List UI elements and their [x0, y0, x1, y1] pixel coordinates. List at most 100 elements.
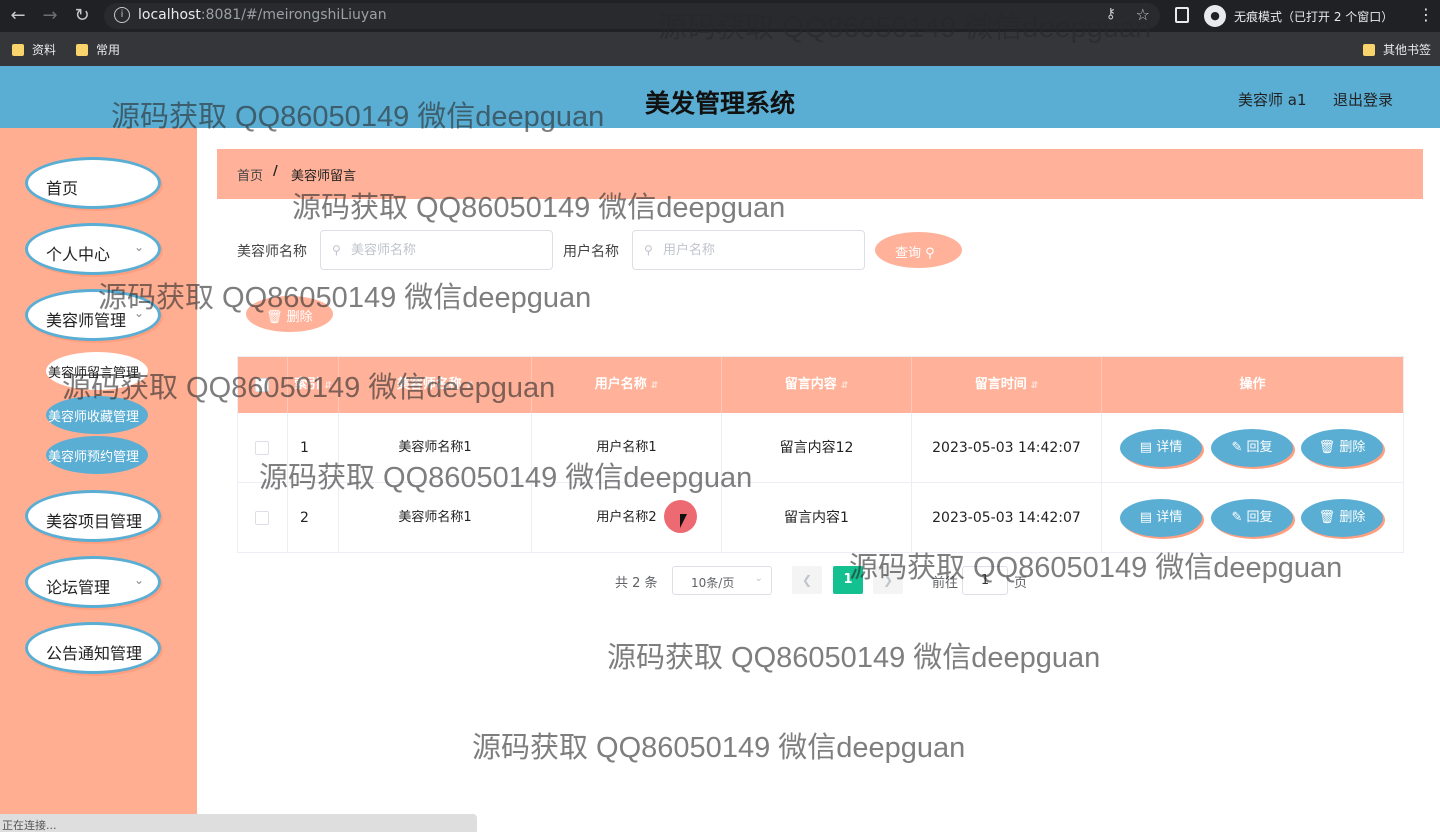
- more-menu-icon[interactable]: ⋮: [1418, 5, 1434, 24]
- chevron-left-icon: ❮: [801, 573, 813, 587]
- delete-button[interactable]: 🗑 删除: [1301, 499, 1383, 537]
- row-checkbox[interactable]: [255, 511, 269, 525]
- sidebar-item-beautician[interactable]: 美容师管理 ⌄: [25, 289, 161, 341]
- sidebar-subitem-messages[interactable]: 美容师留言管理: [46, 352, 148, 390]
- url-text: localhost:8081/#/meirongshiLiuyan: [138, 7, 387, 23]
- next-page-button[interactable]: ❯: [873, 566, 903, 594]
- logout-link[interactable]: 退出登录: [1333, 89, 1393, 110]
- page-size-select[interactable]: 10条/页 ⌄: [672, 566, 772, 595]
- chevron-up-icon: ⌄: [133, 306, 144, 320]
- detail-button[interactable]: ▤ 详情: [1120, 499, 1202, 537]
- address-bar[interactable]: i localhost:8081/#/meirongshiLiuyan ⚷ ☆: [104, 3, 1160, 29]
- beautician-name-input[interactable]: [351, 231, 546, 269]
- column-header-index[interactable]: 索引 ⇵: [288, 357, 339, 413]
- trash-icon: 🗑: [266, 310, 283, 325]
- sort-icon: ⇵: [324, 381, 332, 391]
- column-header-beautician[interactable]: 美容师名称 ⇵: [339, 357, 532, 413]
- sidebar-item-notices[interactable]: 公告通知管理: [25, 622, 161, 674]
- batch-delete-button[interactable]: 🗑 删除: [246, 296, 333, 332]
- beautician-name-label: 美容师名称: [237, 244, 307, 260]
- browser-status-bar: 正在连接...: [0, 814, 477, 832]
- site-info-icon[interactable]: i: [114, 7, 130, 23]
- goto-page-input[interactable]: 1: [962, 566, 1008, 595]
- delete-button[interactable]: 🗑 删除: [1301, 429, 1383, 467]
- user-name-field[interactable]: ⚲: [632, 230, 865, 270]
- cell-content: 留言内容1: [722, 483, 912, 553]
- query-button[interactable]: 查询 ⚲: [875, 232, 962, 268]
- chevron-right-icon: ❯: [882, 573, 894, 587]
- browser-toolbar: ← → ↻ i localhost:8081/#/meirongshiLiuya…: [0, 0, 1440, 32]
- edit-icon: ✎: [1231, 510, 1243, 525]
- reply-button[interactable]: ✎ 回复: [1211, 429, 1293, 467]
- sort-icon: ⇵: [840, 381, 849, 391]
- detail-button[interactable]: ▤ 详情: [1120, 429, 1202, 467]
- select-all-checkbox[interactable]: [255, 378, 269, 392]
- bookmark-folder-ziliao[interactable]: 资料: [12, 41, 56, 58]
- column-header-content[interactable]: 留言内容 ⇵: [722, 357, 912, 413]
- forward-arrow-icon[interactable]: →: [40, 6, 60, 26]
- app-header: 美发管理系统 美容师 a1 退出登录: [0, 66, 1440, 128]
- breadcrumb: 首页 / 美容师留言: [217, 149, 1423, 199]
- trash-icon: 🗑: [1318, 440, 1336, 455]
- bookmark-folder-changyong[interactable]: 常用: [76, 41, 120, 58]
- row-checkbox[interactable]: [255, 441, 269, 455]
- sidebar-item-profile[interactable]: 个人中心 ⌄: [25, 223, 161, 275]
- cell-index: 2: [288, 483, 339, 553]
- user-name-label: 用户名称: [563, 244, 619, 260]
- sidebar-subitem-bookings[interactable]: 美容师预约管理: [46, 436, 148, 474]
- reload-icon[interactable]: ↻: [72, 6, 92, 26]
- cell-time: 2023-05-03 14:42:07: [912, 483, 1102, 553]
- column-header-time[interactable]: 留言时间 ⇵: [912, 357, 1102, 413]
- pagination-total: 共 2 条: [615, 576, 658, 591]
- sidebar-subitem-favorites[interactable]: 美容师收藏管理: [46, 396, 148, 434]
- page-unit-label: 页: [1014, 576, 1028, 591]
- cell-content: 留言内容12: [722, 413, 912, 483]
- folder-icon: [76, 43, 88, 56]
- current-user: 美容师 a1: [1238, 91, 1307, 109]
- key-icon[interactable]: ⚷: [1106, 6, 1116, 22]
- column-header-user[interactable]: 用户名称 ⇵: [532, 357, 722, 413]
- table-header: 索引 ⇵ 美容师名称 ⇵ 用户名称 ⇵ 留言内容 ⇵ 留言时间 ⇵ 操作: [238, 357, 1403, 413]
- prev-page-button[interactable]: ❮: [792, 566, 822, 594]
- user-name-input[interactable]: [663, 231, 858, 269]
- document-icon: ▤: [1139, 440, 1153, 455]
- folder-icon: [1363, 43, 1375, 56]
- star-bookmark-icon[interactable]: ☆: [1136, 5, 1150, 24]
- mouse-cursor-icon: [680, 514, 687, 528]
- search-icon: ⚲: [925, 246, 935, 261]
- cell-beautician: 美容师名称1: [339, 483, 532, 553]
- chevron-down-icon: ⌄: [133, 573, 144, 587]
- breadcrumb-home[interactable]: 首页: [237, 165, 263, 184]
- page-number-current[interactable]: 1: [833, 566, 863, 594]
- chevron-down-icon: ⌄: [754, 573, 763, 584]
- search-icon: ⚲: [332, 243, 341, 257]
- trash-icon: 🗑: [1318, 510, 1336, 525]
- column-header-actions: 操作: [1239, 377, 1266, 392]
- side-panel-icon[interactable]: [1175, 7, 1189, 23]
- chevron-down-icon: ⌄: [133, 240, 144, 254]
- incognito-indicator[interactable]: ● 无痕模式（已打开 2 个窗口）: [1204, 4, 1393, 28]
- back-arrow-icon[interactable]: ←: [8, 6, 28, 26]
- sidebar-item-forum[interactable]: 论坛管理 ⌄: [25, 556, 161, 608]
- sidebar-item-home[interactable]: 首页: [25, 157, 161, 209]
- breadcrumb-current: 美容师留言: [291, 169, 357, 184]
- beautician-name-field[interactable]: ⚲: [320, 230, 553, 270]
- cell-beautician: 美容师名称1: [339, 413, 532, 483]
- search-icon: ⚲: [644, 243, 653, 257]
- incognito-icon: ●: [1204, 5, 1226, 27]
- edit-icon: ✎: [1231, 440, 1243, 455]
- sort-icon: ⇵: [650, 381, 659, 391]
- sidebar-item-projects[interactable]: 美容项目管理: [25, 490, 161, 542]
- goto-label: 前往: [932, 576, 959, 591]
- cell-user: 用户名称1: [532, 413, 722, 483]
- bookmark-folder-other[interactable]: 其他书签: [1363, 41, 1431, 58]
- breadcrumb-separator: /: [273, 164, 278, 179]
- document-icon: ▤: [1139, 510, 1153, 525]
- folder-icon: [12, 43, 24, 56]
- reply-button[interactable]: ✎ 回复: [1211, 499, 1293, 537]
- select-all-header: [238, 357, 288, 413]
- sort-icon: ⇵: [1030, 381, 1039, 391]
- cell-index: 1: [288, 413, 339, 483]
- bookmarks-bar: 资料 常用 其他书签: [0, 32, 1440, 66]
- sort-icon: ⇵: [465, 381, 474, 391]
